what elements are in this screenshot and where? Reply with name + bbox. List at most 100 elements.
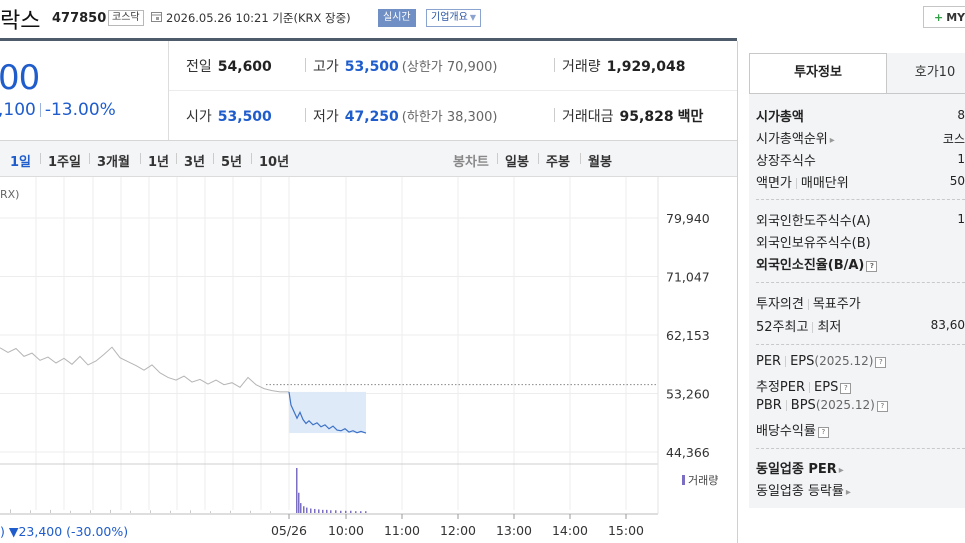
current-price: 00 [0, 58, 40, 98]
change-amount: ,100 [0, 100, 36, 120]
volume-bar [170, 510, 171, 513]
market-cap-rank-row[interactable]: 시가총액순위 ▸ [756, 128, 835, 147]
timestamp: 2026.05.26 10:21 기준(KRX 장중) [166, 10, 351, 26]
row-label: 배당수익률 [756, 424, 816, 439]
divider [538, 153, 539, 164]
my-button[interactable]: + MY [923, 6, 965, 28]
volume-bar [30, 510, 31, 513]
my-label: MY [946, 11, 965, 24]
plus-icon: + [934, 11, 944, 24]
industry-per-row[interactable]: 동일업종 PER ▸ [756, 458, 844, 477]
volume-bar [303, 506, 305, 513]
est-per-eps-row: 추정PER EPS? [756, 376, 852, 395]
divider [807, 299, 809, 310]
realtime-badge[interactable]: 실시간 [378, 9, 416, 27]
help-icon[interactable]: ? [875, 357, 887, 368]
volume-bar [10, 509, 11, 513]
period-1y[interactable]: 1년 [148, 151, 169, 170]
chevron-right-icon: ▸ [829, 135, 835, 146]
help-icon[interactable]: ? [817, 427, 829, 438]
candle-chart-tab[interactable]: 봉차트 [453, 151, 489, 170]
y-tick-label: 62,153 [666, 328, 710, 343]
period-3y[interactable]: 3년 [184, 151, 205, 170]
row-label: 외국인한도주식수(A) [756, 214, 871, 229]
basis-text: 기준(KRX 장중) [272, 11, 351, 25]
industry-change-row[interactable]: 동일업종 등락률 ▸ [756, 480, 851, 499]
volume-bar [314, 508, 316, 513]
dividend-yield-row: 배당수익률? [756, 420, 829, 439]
divider [809, 382, 811, 393]
par-value-row: 액면가 매매단위 [756, 172, 849, 191]
period-1w[interactable]: 1주일 [48, 151, 81, 170]
weekly-candle-tab[interactable]: 주봉 [546, 151, 570, 170]
row-label: 시가총액순위 [756, 132, 828, 147]
company-overview-dropdown[interactable]: 기업개요 ▼ [426, 9, 481, 27]
price-change: ,100 -13.00% [0, 100, 116, 120]
help-icon[interactable]: ? [876, 401, 888, 412]
quote-prev-close: 전일 54,600 [186, 56, 272, 76]
volume-bar [298, 492, 300, 513]
quote-label: 고가 [313, 59, 339, 75]
divider [176, 153, 177, 164]
row-label: 52주최고 [756, 320, 809, 335]
market-cap-rank-value: 코스 [942, 132, 965, 146]
volume-bar [230, 510, 231, 513]
volume-bar [270, 511, 271, 513]
section-divider [756, 448, 965, 450]
help-icon[interactable]: ? [866, 261, 878, 272]
period-3m[interactable]: 3개월 [97, 151, 130, 170]
foreign-ratio-row: 외국인소진율(B/A)? [756, 254, 878, 273]
quote-label: 거래대금 [562, 109, 614, 125]
y-tick-label: 71,047 [666, 270, 710, 285]
listed-shares-row: 상장주식수 [756, 150, 816, 169]
row-label: PER [756, 354, 782, 369]
change-rate: -13.00% [44, 100, 116, 120]
history-price-line [0, 346, 289, 393]
volume-bar [365, 511, 367, 513]
par-value-value: 50 [949, 174, 965, 188]
quote-value: 53,500 [217, 109, 272, 125]
volume-bar [300, 503, 302, 513]
volume-bar [335, 510, 337, 513]
tab-investment-info[interactable]: 투자정보 [749, 53, 887, 93]
section-divider [756, 199, 965, 201]
divider [213, 153, 214, 164]
volume-bar [345, 510, 347, 513]
row-label: 시가총액 [756, 110, 804, 125]
lower-limit: (하한가 38,300) [401, 110, 498, 125]
x-tick-label: 05/26 [271, 523, 307, 538]
volume-bar [250, 510, 251, 513]
divider [795, 178, 797, 189]
volume-bar [190, 510, 191, 513]
x-tick-label: 10:00 [328, 523, 364, 538]
period-1d[interactable]: 1일 [10, 151, 31, 170]
calendar-icon [151, 12, 162, 22]
row-label: 투자의견 [756, 297, 804, 312]
divider [251, 153, 252, 164]
tab-order-book[interactable]: 호가10 [890, 53, 965, 93]
chevron-right-icon: ▸ [838, 465, 844, 476]
pbr-bps-row: PBR BPS(2025.12)? [756, 398, 888, 413]
monthly-candle-tab[interactable]: 월봉 [588, 151, 612, 170]
quote-high: 고가 53,500 (상한가 70,900) [313, 56, 497, 76]
help-icon[interactable]: ? [840, 383, 852, 394]
period-10y[interactable]: 10년 [259, 151, 289, 170]
foreign-holding-row: 외국인보유주식수(B) [756, 232, 871, 251]
volume-bar [296, 468, 298, 513]
x-tick-label: 11:00 [384, 523, 420, 538]
divider [40, 153, 41, 164]
volume-bar [318, 509, 320, 513]
row-label-2: 매매단위 [800, 176, 849, 191]
period-5y[interactable]: 5년 [221, 151, 242, 170]
volume-bar [150, 510, 151, 513]
row-label-2: 최저 [817, 320, 842, 335]
stock-code: 477850 [52, 11, 107, 26]
daily-candle-tab[interactable]: 일봉 [505, 151, 529, 170]
divider [89, 153, 90, 164]
divider [305, 58, 306, 72]
section-divider [756, 344, 965, 346]
quote-value: 95,828 [619, 109, 674, 125]
volume-bar [340, 510, 342, 513]
row-label: 추정PER [756, 380, 806, 395]
row-note: (2025.12) [814, 354, 874, 368]
